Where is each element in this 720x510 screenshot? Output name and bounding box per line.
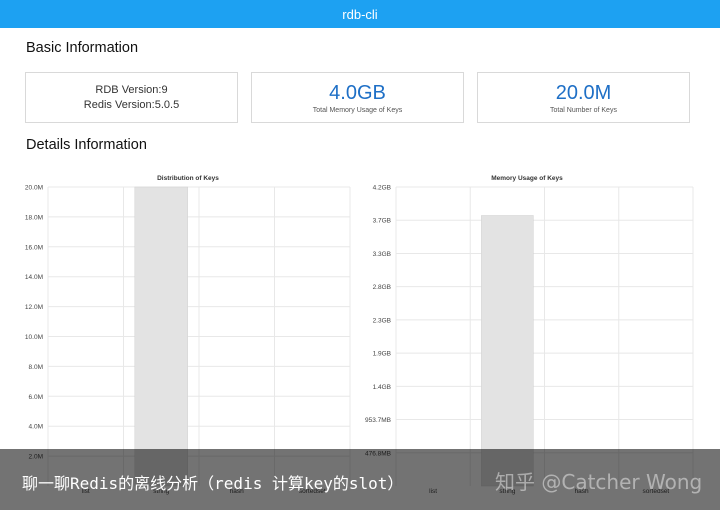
y-tick-label: 1.9GB [373,351,391,358]
y-tick-label: 3.3GB [373,251,391,258]
redis-version-label: Redis Version: [83,98,155,111]
details-info-heading: Details Information [26,137,147,153]
redis-version-value: 5.0.5 [154,98,180,111]
article-caption: 聊一聊Redis的离线分析（redis 计算key的slot） [22,474,404,493]
y-tick-label: 3.7GB [373,218,391,225]
keys-label: Total Number of Keys [550,106,617,114]
chart-title: Distribution of Keys [157,175,219,182]
chart-title: Memory Usage of Keys [491,175,563,182]
keys-card: 20.0M Total Number of Keys [477,72,690,123]
y-tick-label: 8.0M [29,364,43,371]
y-tick-label: 6.0M [29,394,43,401]
redis-version-line: Redis Version:5.0.5 [84,98,179,113]
y-tick-label: 2.8GB [373,284,391,291]
y-tick-label: 1.4GB [373,384,391,391]
watermark: 知乎 @Catcher Wong [495,470,703,494]
y-tick-label: 14.0M [25,274,43,281]
rdb-version-label: RDB Version: [95,83,162,96]
bar-string [481,215,534,487]
y-tick-label: 18.0M [25,214,43,221]
memory-label: Total Memory Usage of Keys [312,106,403,114]
y-tick-label: 20.0M [25,185,43,192]
y-tick-label: 2.3GB [373,317,391,324]
y-tick-label: 4.0M [29,424,43,431]
y-tick-label: 10.0M [25,334,43,341]
y-tick-label: 12.0M [25,304,43,311]
app-title-bar: rdb-cli [0,0,720,28]
rdb-version-line: RDB Version:9 [95,83,167,98]
memory-value: 4.0GB [329,81,386,104]
memory-card: 4.0GB Total Memory Usage of Keys [251,72,464,123]
rdb-version-value: 9 [161,83,168,96]
app-title: rdb-cli [342,6,378,22]
version-card: RDB Version:9 Redis Version:5.0.5 [25,72,238,123]
y-tick-label: 4.2GB [373,185,391,192]
y-tick-label: 953.7MB [365,417,391,424]
basic-info-heading: Basic Information [26,40,139,56]
y-tick-label: 16.0M [25,244,43,251]
bar-string [134,186,188,487]
keys-value: 20.0M [555,81,612,104]
